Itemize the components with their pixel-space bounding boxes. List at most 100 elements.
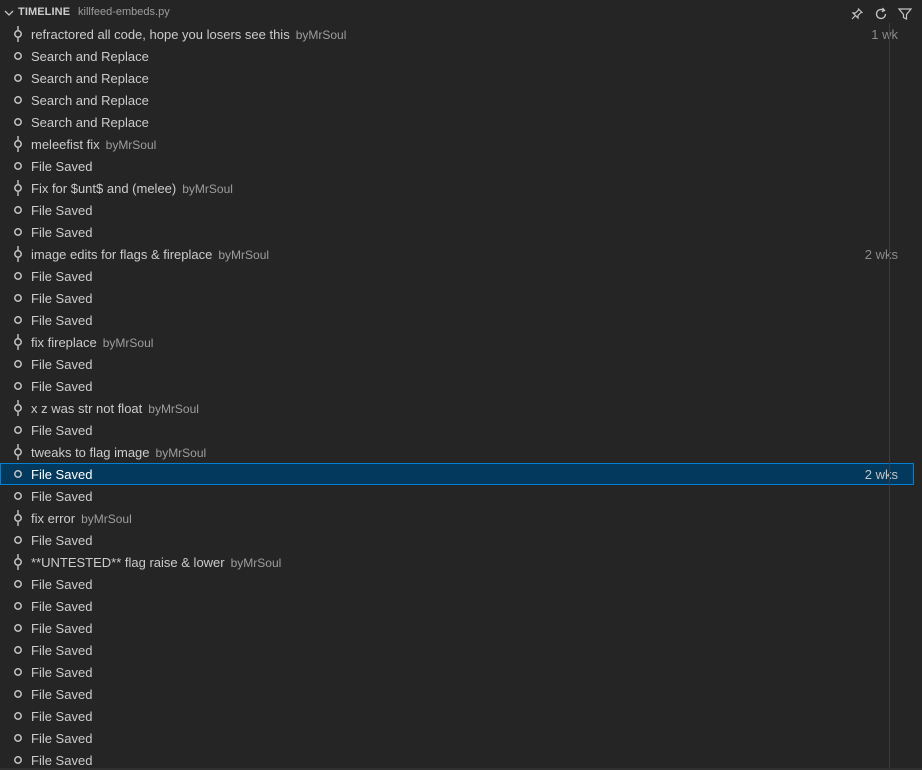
timeline-item-text: Fix for $unt$ and (melee): [31, 181, 177, 196]
timeline-item-text: refractored all code, hope you losers se…: [31, 27, 290, 42]
timeline-item[interactable]: File Saved: [0, 485, 914, 507]
timeline-item-label: File Saved: [31, 313, 92, 328]
timeline-item-text: File Saved: [31, 577, 93, 592]
timeline-panel: TIMELINE killfeed-embeds.py refractored: [0, 0, 922, 770]
timeline-item[interactable]: refractored all code, hope you losers se…: [0, 23, 914, 45]
local-history-icon: [11, 730, 25, 746]
timeline-item-label: File Saved: [31, 159, 92, 174]
timeline-item[interactable]: File Saved: [0, 705, 914, 727]
timeline-item[interactable]: File Saved: [0, 573, 914, 595]
timeline-item[interactable]: File Saved: [0, 661, 914, 683]
git-commit-icon: [11, 400, 25, 416]
timeline-item[interactable]: File Saved: [0, 309, 914, 331]
timeline-item-label: **UNTESTED** flag raise & lower byMrSoul: [31, 555, 281, 570]
timeline-item-label: File Saved: [31, 489, 92, 504]
timeline-header[interactable]: TIMELINE killfeed-embeds.py: [0, 1, 922, 23]
timeline-item[interactable]: Fix for $unt$ and (melee) byMrSoul: [0, 177, 914, 199]
timeline-item[interactable]: File Saved: [0, 749, 914, 770]
timeline-item[interactable]: File Saved: [0, 419, 914, 441]
timeline-item[interactable]: Search and Replace: [0, 45, 914, 67]
timeline-item[interactable]: File Saved: [0, 221, 914, 243]
timeline-item-label: File Saved: [31, 577, 92, 592]
timeline-item[interactable]: File Saved 2 wks: [0, 463, 914, 485]
timeline-item-time: 1 wk: [871, 27, 898, 42]
chevron-down-icon[interactable]: [3, 7, 15, 19]
timeline-item-text: File Saved: [31, 709, 93, 724]
timeline-item-time: 2 wks: [864, 247, 898, 262]
timeline-item[interactable]: meleefist fix byMrSoul: [0, 133, 914, 155]
local-history-icon: [11, 224, 25, 240]
local-history-icon: [11, 664, 25, 680]
timeline-item-text: File Saved: [31, 687, 93, 702]
timeline-item-author: byMrSoul: [230, 556, 282, 570]
timeline-item-text: File Saved: [31, 753, 93, 768]
git-commit-icon: [11, 180, 25, 196]
timeline-item-text: File Saved: [31, 357, 93, 372]
timeline-item[interactable]: File Saved: [0, 529, 914, 551]
timeline-item-text: fix fireplace: [31, 335, 97, 350]
git-commit-icon: [11, 510, 25, 526]
timeline-item-text: Search and Replace: [31, 93, 149, 108]
git-commit-icon: [11, 554, 25, 570]
timeline-item-label: Search and Replace: [31, 71, 149, 86]
timeline-item-text: File Saved: [31, 203, 93, 218]
timeline-item-text: File Saved: [31, 665, 93, 680]
timeline-item[interactable]: File Saved: [0, 199, 914, 221]
timeline-item-label: File Saved: [31, 291, 92, 306]
filter-button[interactable]: [896, 5, 914, 23]
timeline-item-text: File Saved: [31, 159, 93, 174]
timeline-item-label: File Saved: [31, 731, 92, 746]
timeline-list: refractored all code, hope you losers se…: [0, 23, 914, 770]
local-history-icon: [11, 48, 25, 64]
timeline-item[interactable]: fix fireplace byMrSoul: [0, 331, 914, 353]
timeline-item-text: Search and Replace: [31, 49, 149, 64]
timeline-item-author: byMrSoul: [295, 28, 347, 42]
timeline-item[interactable]: Search and Replace: [0, 67, 914, 89]
refresh-button[interactable]: [872, 5, 890, 23]
timeline-item-label: meleefist fix byMrSoul: [31, 137, 156, 152]
timeline-item-text: File Saved: [31, 269, 93, 284]
local-history-icon: [11, 752, 25, 768]
timeline-item-label: File Saved: [31, 467, 92, 482]
timeline-item[interactable]: File Saved: [0, 265, 914, 287]
timeline-item[interactable]: File Saved: [0, 353, 914, 375]
timeline-item[interactable]: File Saved: [0, 375, 914, 397]
local-history-icon: [11, 158, 25, 174]
timeline-item-text: meleefist fix: [31, 137, 100, 152]
timeline-item[interactable]: File Saved: [0, 727, 914, 749]
timeline-item[interactable]: File Saved: [0, 639, 914, 661]
local-history-icon: [11, 686, 25, 702]
timeline-item-label: Search and Replace: [31, 49, 149, 64]
local-history-icon: [11, 620, 25, 636]
timeline-item-label: fix fireplace byMrSoul: [31, 335, 153, 350]
timeline-item[interactable]: File Saved: [0, 595, 914, 617]
timeline-item[interactable]: **UNTESTED** flag raise & lower byMrSoul: [0, 551, 914, 573]
timeline-item[interactable]: Search and Replace: [0, 111, 914, 133]
timeline-item-label: fix error byMrSoul: [31, 511, 132, 526]
timeline-item[interactable]: x z was str not float byMrSoul: [0, 397, 914, 419]
timeline-item[interactable]: File Saved: [0, 155, 914, 177]
timeline-item[interactable]: fix error byMrSoul: [0, 507, 914, 529]
pin-button[interactable]: [848, 5, 866, 23]
local-history-icon: [11, 290, 25, 306]
timeline-item-text: File Saved: [31, 731, 93, 746]
timeline-item-text: **UNTESTED** flag raise & lower: [31, 555, 225, 570]
timeline-item[interactable]: File Saved: [0, 287, 914, 309]
timeline-item[interactable]: tweaks to flag image byMrSoul: [0, 441, 914, 463]
timeline-item-text: File Saved: [31, 423, 93, 438]
timeline-item-text: File Saved: [31, 643, 93, 658]
timeline-item-author: byMrSoul: [105, 138, 157, 152]
timeline-item-label: File Saved: [31, 423, 92, 438]
timeline-item-text: File Saved: [31, 621, 93, 636]
local-history-icon: [11, 92, 25, 108]
timeline-item[interactable]: Search and Replace: [0, 89, 914, 111]
timeline-item-label: File Saved: [31, 753, 92, 768]
timeline-item-text: File Saved: [31, 313, 93, 328]
timeline-item[interactable]: image edits for flags & fireplace byMrSou…: [0, 243, 914, 265]
timeline-item[interactable]: File Saved: [0, 683, 914, 705]
filter-icon: [897, 8, 913, 20]
timeline-item-text: File Saved: [31, 291, 93, 306]
timeline-item-label: x z was str not float byMrSoul: [31, 401, 199, 416]
vertical-scrollbar-track[interactable]: [889, 23, 890, 770]
timeline-item[interactable]: File Saved: [0, 617, 914, 639]
